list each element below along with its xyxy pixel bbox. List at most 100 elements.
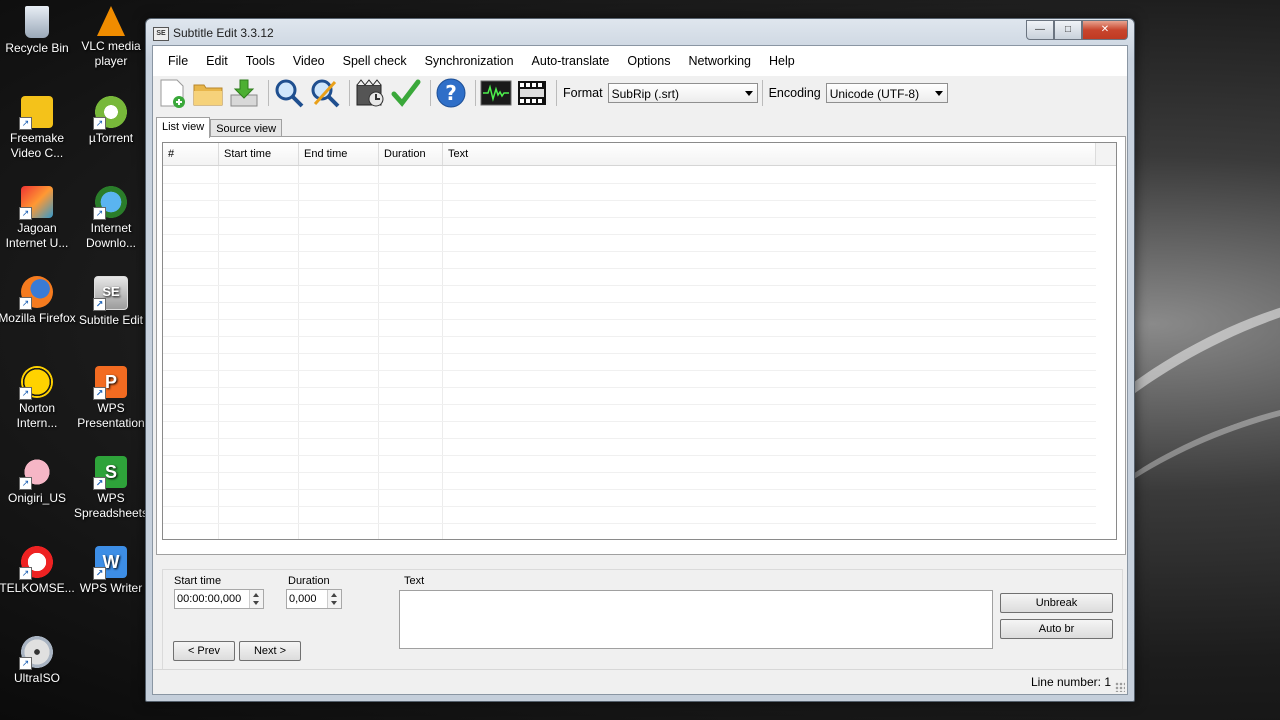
desktop-icon-idm[interactable]: ↗ Internet Downlo...	[71, 186, 151, 251]
menu-tools[interactable]: Tools	[237, 46, 284, 76]
desktop-icon-norton[interactable]: ↗ Norton Intern...	[0, 366, 77, 431]
column-header-number[interactable]: #	[163, 143, 219, 165]
wps-presentation-icon: P ↗	[93, 366, 127, 400]
grid-row-line	[163, 217, 1096, 218]
shortcut-arrow-icon: ↗	[19, 477, 32, 490]
new-subtitle-button[interactable]	[156, 77, 188, 109]
recycle-bin-icon	[25, 6, 49, 38]
desktop-icon-firefox[interactable]: ↗ Mozilla Firefox	[0, 276, 77, 326]
help-button[interactable]: ?	[435, 77, 467, 109]
grid-row-line	[163, 183, 1096, 184]
duration-input[interactable]: 0,000	[286, 589, 342, 609]
grid-row-line	[163, 200, 1096, 201]
stepper-down-icon[interactable]	[253, 601, 259, 605]
menu-networking[interactable]: Networking	[679, 46, 760, 76]
window-controls: — □ ✕	[1026, 20, 1128, 40]
auto-br-button[interactable]: Auto br	[1000, 619, 1113, 639]
format-select[interactable]: SubRip (.srt)	[607, 83, 758, 103]
menu-auto-translate[interactable]: Auto-translate	[523, 46, 619, 76]
toolbar-separator	[268, 80, 269, 106]
desktop-icon-telkomsel[interactable]: ↗ TELKOMSE...	[0, 546, 77, 596]
desktop-icon-wps-spreadsheets[interactable]: S ↗ WPS Spreadsheets	[71, 456, 151, 521]
desktop-icon-freemake[interactable]: ↗ Freemake Video C...	[0, 96, 77, 161]
desktop-icon-vlc[interactable]: VLC media player	[71, 6, 151, 69]
resize-grip-icon[interactable]	[1115, 682, 1125, 692]
shortcut-arrow-icon: ↗	[93, 117, 106, 130]
duration-label: Duration	[288, 575, 330, 587]
desktop-icon-recycle-bin[interactable]: Recycle Bin	[0, 6, 77, 56]
window-title: Subtitle Edit 3.3.12	[173, 26, 274, 40]
waveform-button[interactable]	[480, 77, 512, 109]
shortcut-arrow-icon: ↗	[93, 567, 106, 580]
desktop-icon-onigiri[interactable]: ↗ Onigiri_US	[0, 456, 77, 506]
menu-edit[interactable]: Edit	[197, 46, 237, 76]
prev-button[interactable]: < Prev	[173, 641, 235, 661]
column-header-text[interactable]: Text	[443, 143, 1096, 165]
open-video-button[interactable]	[354, 77, 386, 109]
desktop-icon-label: Mozilla Firefox	[0, 311, 76, 325]
title-bar[interactable]: SE Subtitle Edit 3.3.12 — □ ✕	[146, 19, 1134, 45]
menu-synchronization[interactable]: Synchronization	[416, 46, 523, 76]
start-time-stepper[interactable]	[249, 590, 263, 608]
grid-row-line	[163, 387, 1096, 388]
duration-stepper[interactable]	[327, 590, 341, 608]
replace-icon	[311, 79, 340, 108]
toolbar: ? Format SubRip (.srt) Encoding Unicode …	[153, 76, 1127, 110]
desktop-icon-wps-writer[interactable]: W ↗ WPS Writer	[71, 546, 151, 596]
desktop-icon-label: WPS Presentation	[77, 401, 145, 430]
desktop-icon-jagoan[interactable]: ↗ Jagoan Internet U...	[0, 186, 77, 251]
desktop-icon-ultraiso[interactable]: ↗ UltraISO	[0, 636, 77, 686]
find-button[interactable]	[273, 77, 305, 109]
menu-video[interactable]: Video	[284, 46, 334, 76]
replace-button[interactable]	[309, 77, 341, 109]
help-icon: ?	[436, 78, 466, 108]
desktop-icon-label: Internet Downlo...	[85, 221, 137, 250]
desktop-icon-subtitle-edit[interactable]: SE ↗ Subtitle Edit	[71, 276, 151, 328]
maximize-button[interactable]: □	[1054, 20, 1082, 40]
desktop-icon-label: TELKOMSE...	[0, 581, 75, 595]
encoding-select-value: Unicode (UTF-8)	[829, 87, 920, 101]
encoding-select[interactable]: Unicode (UTF-8)	[825, 83, 948, 103]
start-time-input[interactable]: 00:00:00,000	[174, 589, 264, 609]
encoding-label: Encoding	[768, 86, 821, 100]
app-icon[interactable]: SE	[153, 27, 169, 41]
stepper-up-icon[interactable]	[331, 593, 337, 597]
stepper-down-icon[interactable]	[331, 601, 337, 605]
unbreak-button[interactable]: Unbreak	[1000, 593, 1113, 613]
desktop-icon-label: VLC media player	[81, 39, 141, 68]
open-button[interactable]	[192, 77, 224, 109]
desktop-icon-utorrent[interactable]: ↗ µTorrent	[71, 96, 151, 146]
grid-row-line	[163, 302, 1096, 303]
save-button[interactable]	[228, 77, 260, 109]
shortcut-arrow-icon: ↗	[19, 207, 32, 220]
column-header-start-time[interactable]: Start time	[219, 143, 299, 165]
menu-spell-check[interactable]: Spell check	[334, 46, 416, 76]
minimize-button[interactable]: —	[1026, 20, 1054, 40]
shortcut-arrow-icon: ↗	[19, 657, 32, 670]
stepper-up-icon[interactable]	[253, 593, 259, 597]
tab-list-view[interactable]: List view	[156, 117, 211, 138]
utorrent-icon: ↗	[93, 96, 127, 130]
close-button[interactable]: ✕	[1082, 20, 1128, 40]
next-button[interactable]: Next >	[239, 641, 301, 661]
menu-help[interactable]: Help	[760, 46, 804, 76]
subtitle-grid[interactable]: # Start time End time Duration Text	[162, 142, 1117, 540]
grid-row-line	[163, 336, 1096, 337]
freemake-icon: ↗	[19, 96, 53, 130]
duration-value: 0,000	[289, 593, 317, 605]
toolbar-separator	[430, 80, 431, 106]
menu-options[interactable]: Options	[618, 46, 679, 76]
desktop-icon-wps-presentation[interactable]: P ↗ WPS Presentation	[71, 366, 151, 431]
desktop-icon-label: UltraISO	[13, 671, 60, 685]
subtitle-edit-panel: Start time 00:00:00,000 Duration 0,000 T…	[162, 569, 1123, 681]
menu-file[interactable]: File	[159, 46, 197, 76]
column-header-duration[interactable]: Duration	[379, 143, 443, 165]
chevron-down-icon	[934, 91, 943, 96]
shortcut-arrow-icon: ↗	[93, 207, 106, 220]
video-button[interactable]	[516, 77, 548, 109]
subtitle-text-input[interactable]	[399, 590, 993, 649]
spell-check-button[interactable]	[390, 77, 422, 109]
shortcut-arrow-icon: ↗	[93, 387, 106, 400]
column-header-end-time[interactable]: End time	[299, 143, 379, 165]
vlc-cone-icon	[97, 6, 125, 36]
